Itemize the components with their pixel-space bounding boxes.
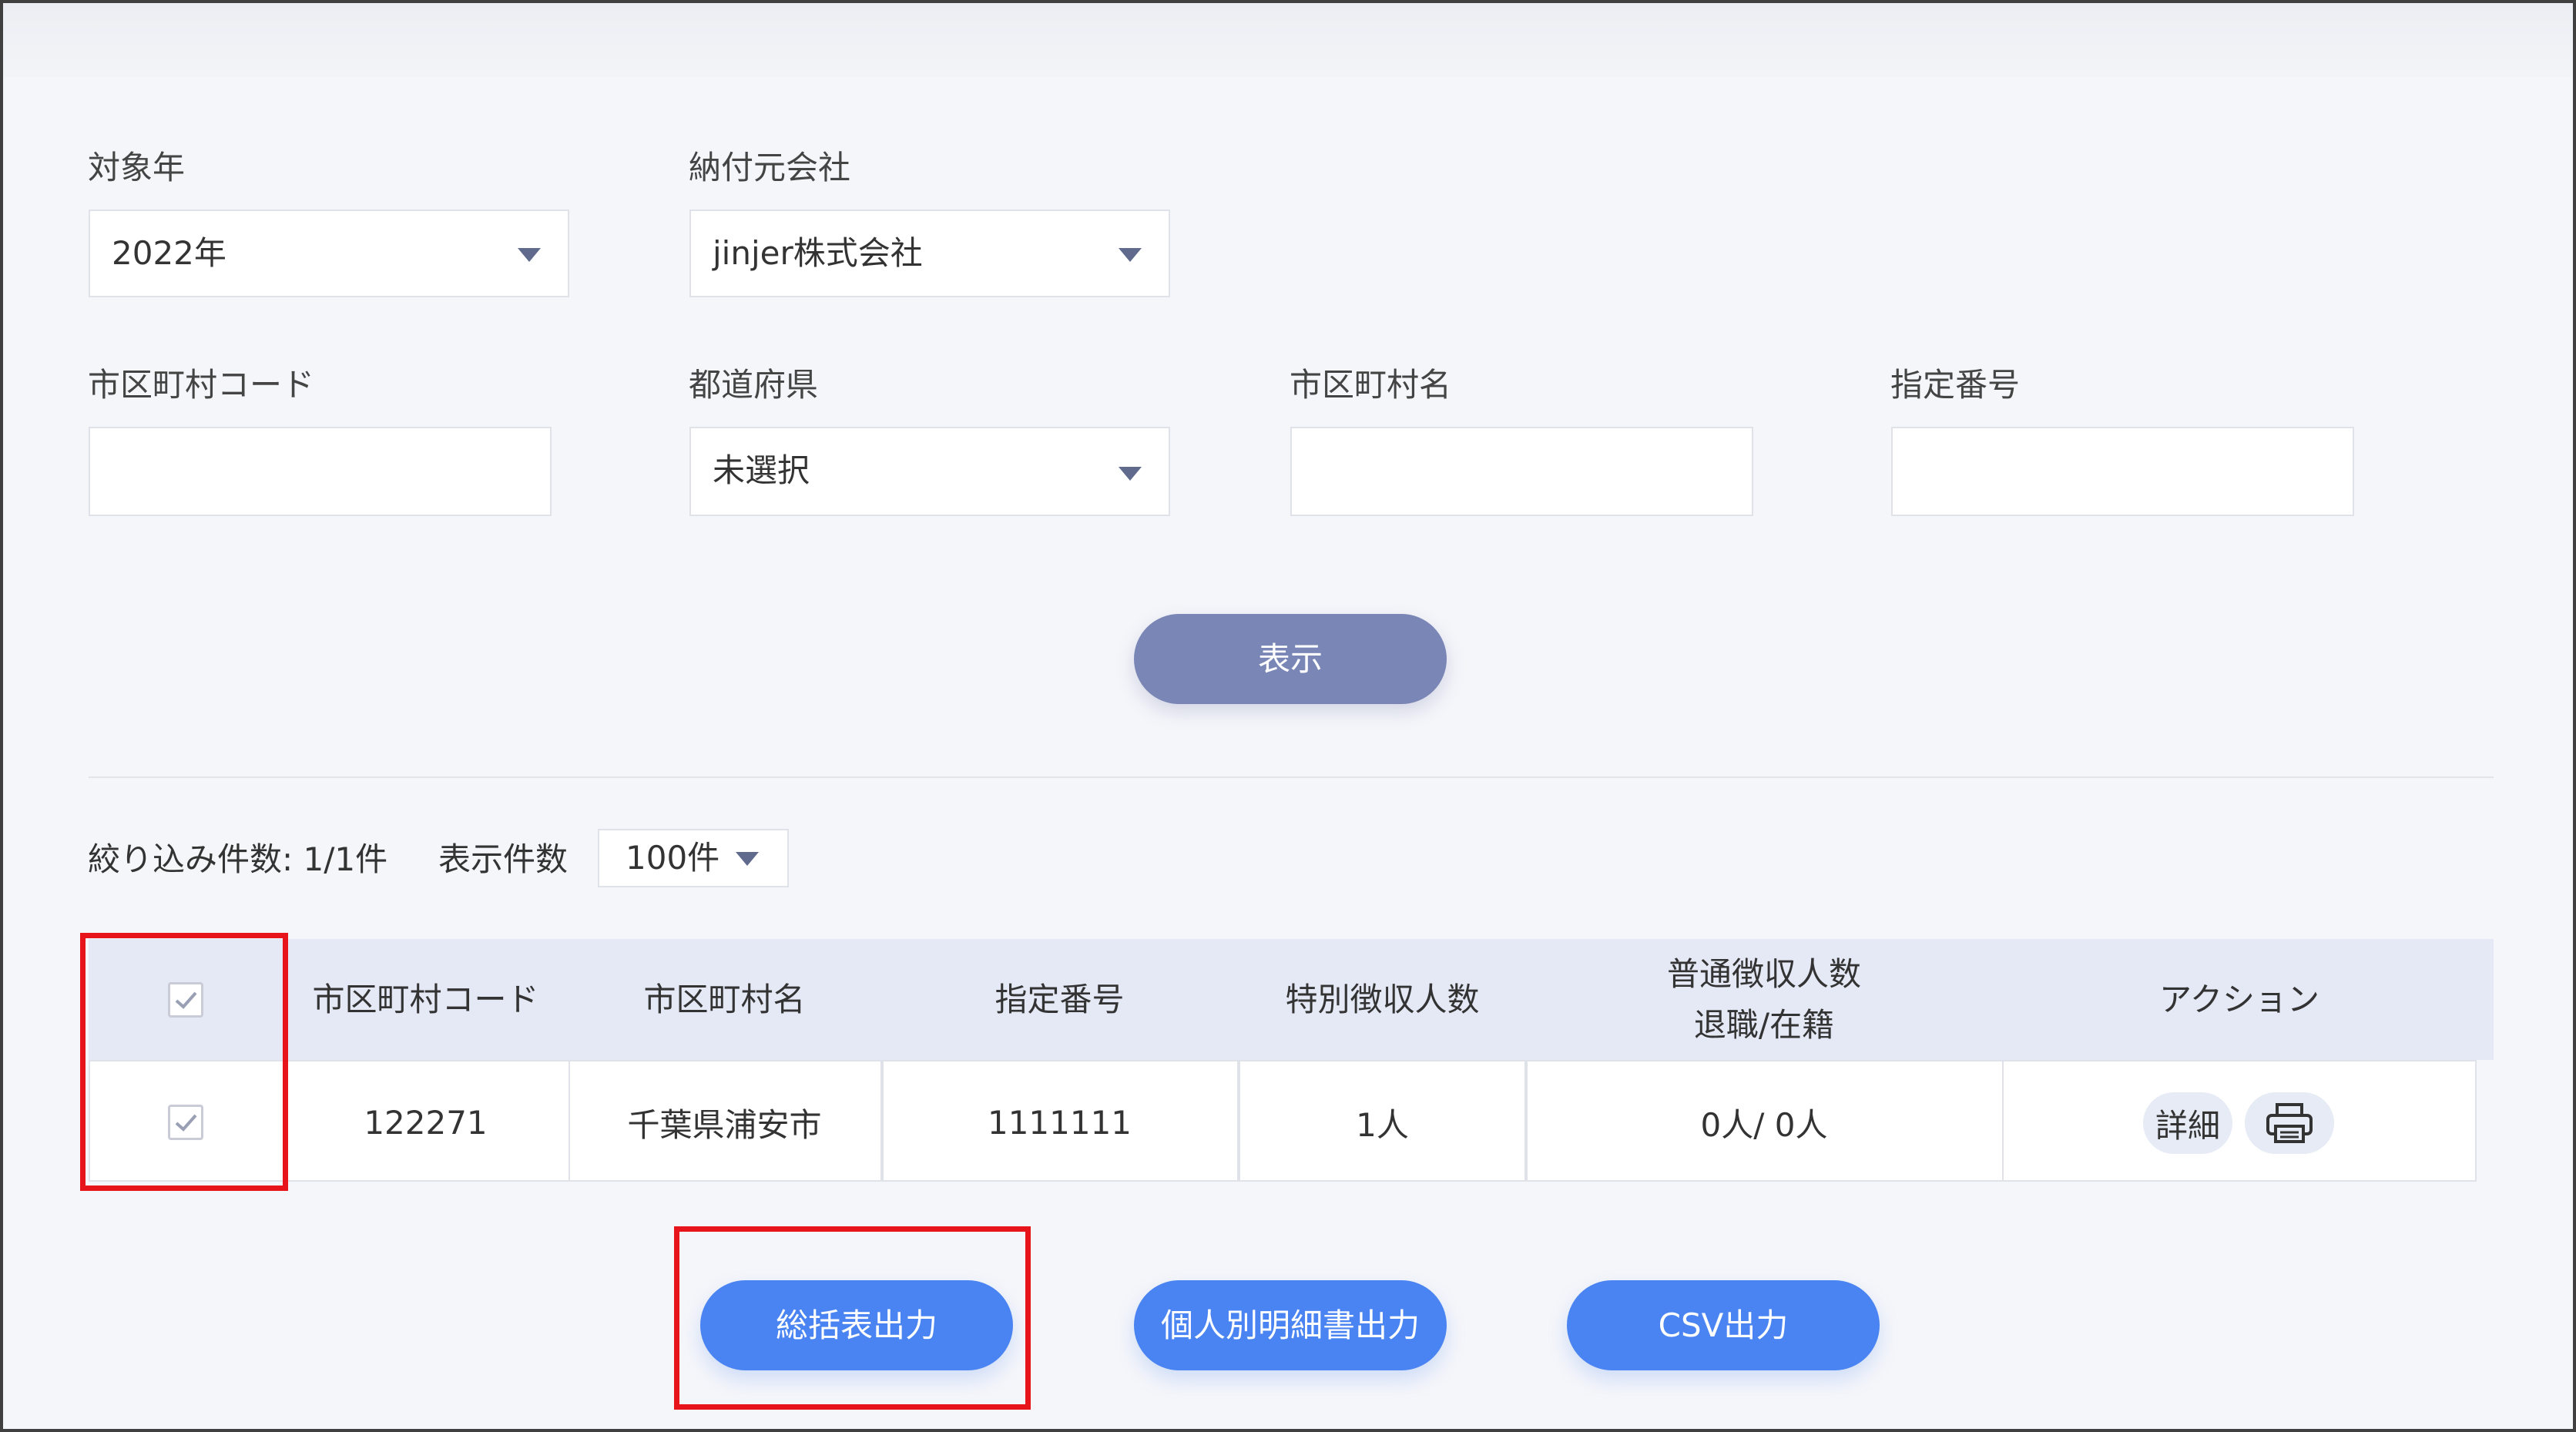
- year-value: 2022年: [112, 234, 226, 272]
- section-divider: [89, 776, 2494, 778]
- cell-normal-count: 0人/ 0人: [1700, 1105, 1828, 1144]
- app-window: 対象年 2022年 納付元会社 jinjer株式会社 市区町村コード 都道府県 …: [0, 0, 2576, 1432]
- header-designation: 指定番号: [995, 980, 1125, 1018]
- caret-down-icon: [1119, 248, 1142, 262]
- cell-divider: [2002, 1061, 2004, 1182]
- header-normal-line1: 普通徴収人数: [1666, 954, 1861, 993]
- filter-count: 絞り込み件数: 1/1件: [88, 840, 388, 878]
- city-code-label: 市区町村コード: [88, 366, 315, 404]
- csv-output-button[interactable]: CSV出力: [1567, 1280, 1880, 1370]
- year-label: 対象年: [88, 149, 186, 186]
- header-city-name: 市区町村名: [643, 980, 806, 1018]
- caret-down-icon: [1119, 467, 1142, 481]
- header-normal-line2: 退職/在籍: [1693, 1005, 1835, 1044]
- company-label: 納付元会社: [689, 149, 851, 186]
- checkbox-highlight: [80, 933, 288, 1191]
- caret-down-icon: [736, 852, 759, 866]
- per-page-label: 表示件数: [438, 840, 569, 878]
- header-special-count: 特別徴収人数: [1285, 980, 1480, 1018]
- header-city-code: 市区町村コード: [312, 980, 539, 1018]
- prefecture-value: 未選択: [713, 451, 810, 489]
- city-name-label: 市区町村名: [1290, 366, 1452, 404]
- per-page-value: 100件: [626, 839, 720, 877]
- display-button[interactable]: 表示: [1134, 614, 1447, 704]
- cell-city-name: 千葉県浦安市: [627, 1105, 822, 1144]
- company-select[interactable]: jinjer株式会社: [689, 210, 1170, 297]
- designation-no-label: 指定番号: [1890, 366, 2021, 404]
- designation-no-input[interactable]: [1891, 427, 2354, 516]
- company-value: jinjer株式会社: [713, 234, 923, 272]
- prefecture-select[interactable]: 未選択: [689, 427, 1170, 516]
- per-page-select[interactable]: 100件: [598, 829, 789, 887]
- summary-button-highlight: [674, 1226, 1031, 1410]
- year-select[interactable]: 2022年: [89, 210, 569, 297]
- city-code-input[interactable]: [89, 427, 552, 516]
- cell-designation: 1111111: [987, 1103, 1132, 1142]
- city-name-input[interactable]: [1290, 427, 1753, 516]
- header-normal-count: 普通徴収人数 退職/在籍: [1526, 939, 2002, 1060]
- print-button[interactable]: [2245, 1092, 2334, 1154]
- prefecture-label: 都道府県: [689, 366, 819, 404]
- printer-icon: [2266, 1103, 2313, 1143]
- cell-city-code: 122271: [364, 1103, 488, 1142]
- detail-button[interactable]: 詳細: [2143, 1092, 2232, 1154]
- cell-special-count: 1人: [1356, 1105, 1409, 1144]
- header-action: アクション: [2159, 980, 2319, 1018]
- individual-output-button[interactable]: 個人別明細書出力: [1134, 1280, 1447, 1370]
- top-band: [3, 3, 2573, 77]
- caret-down-icon: [518, 248, 541, 262]
